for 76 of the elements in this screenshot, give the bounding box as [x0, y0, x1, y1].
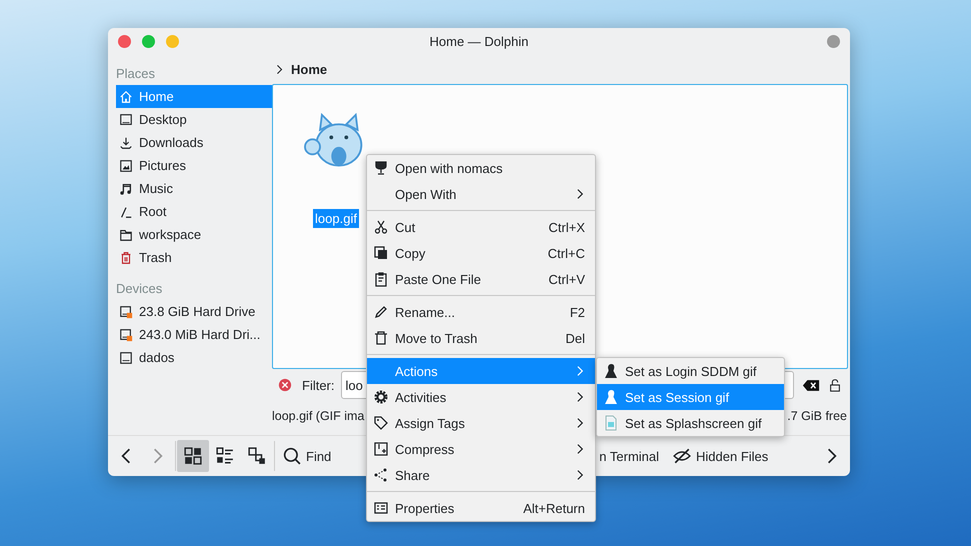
slash-icon: [119, 204, 133, 218]
pencil-icon: [373, 304, 389, 320]
shortcut-label: Ctrl+C: [548, 246, 585, 260]
sidebar-item[interactable]: Music: [116, 177, 272, 200]
chevron-right-icon: [274, 64, 285, 74]
drive-icon: [119, 328, 133, 342]
shortcut-label: F2: [570, 304, 585, 320]
menu-item[interactable]: Open with nomacs: [367, 155, 595, 181]
toolbar-button[interactable]: Find: [276, 440, 338, 472]
filter-label: Filter:: [302, 378, 334, 392]
tag-icon: [373, 415, 389, 431]
trash-icon: [119, 250, 133, 264]
shortcut-label: Del: [565, 330, 585, 346]
person-icon: [603, 363, 619, 379]
drive-icon: [119, 304, 133, 318]
shortcut-label: Ctrl+X: [548, 220, 585, 234]
toolbar-button[interactable]: n Terminal: [592, 440, 666, 472]
menu-item[interactable]: Copy Ctrl+C: [367, 240, 595, 266]
view-mode-icon: [184, 447, 202, 465]
sidebar-item[interactable]: Pictures: [116, 154, 272, 177]
search-icon: [283, 447, 301, 465]
image-file-icon: [603, 415, 619, 431]
sidebar-item[interactable]: 243.0 MiB Hard Dri...: [116, 323, 272, 346]
breadcrumb-location[interactable]: Home: [291, 62, 328, 76]
menu-item[interactable]: Properties Alt+Return: [367, 495, 595, 521]
shortcut-label: Ctrl+V: [548, 272, 585, 286]
music-note-icon: [119, 182, 133, 196]
clipboard-icon: [373, 271, 389, 287]
status-info: loop.gif (GIF ima: [272, 409, 364, 423]
folder-icon: [119, 228, 133, 242]
monitor-icon: [119, 112, 133, 126]
menu-item[interactable]: Assign Tags: [367, 410, 595, 436]
menu-item[interactable]: Open With: [367, 181, 595, 207]
view-mode-button[interactable]: [177, 440, 209, 472]
compress-icon: [373, 441, 389, 457]
lock-icon[interactable]: [828, 378, 842, 392]
toolbar-button[interactable]: Hidden Files: [666, 440, 776, 472]
sidebar-item[interactable]: dados: [116, 346, 272, 369]
download-icon: [119, 136, 133, 150]
view-mode-icon: [216, 447, 234, 465]
sidebar-item[interactable]: workspace: [116, 223, 272, 246]
sidebar-item[interactable]: Desktop: [116, 108, 272, 131]
window-title: Home — Dolphin: [430, 34, 528, 48]
scissors-icon: [373, 219, 389, 235]
wine-glass-icon: [373, 160, 389, 176]
menu-item[interactable]: Rename... F2: [367, 299, 595, 325]
close-icon[interactable]: [278, 378, 292, 392]
shortcut-label: Alt+Return: [523, 500, 585, 516]
menu-item[interactable]: Share: [367, 462, 595, 488]
menu-item[interactable]: Set as Splashscreen gif: [597, 410, 784, 436]
section-heading: Devices: [116, 280, 164, 298]
person-icon: [603, 389, 619, 405]
menu-item[interactable]: Compress: [367, 436, 595, 462]
menu-item[interactable]: Move to Trash Del: [367, 325, 595, 351]
menu-item[interactable]: Paste One File Ctrl+V: [367, 266, 595, 292]
menu-item[interactable]: Activities: [367, 384, 595, 410]
menu-item[interactable]: Cut Ctrl+X: [367, 214, 595, 240]
home-icon: [119, 90, 133, 104]
eye-slash-icon: [673, 447, 692, 465]
clear-text-icon[interactable]: [802, 378, 820, 392]
sidebar-item[interactable]: Trash: [116, 246, 272, 269]
drive-icon: [119, 350, 133, 364]
close-button[interactable]: [118, 34, 131, 48]
menu-item[interactable]: Set as Login SDDM gif: [597, 358, 784, 384]
sidebar-item[interactable]: 23.8 GiB Hard Drive: [116, 300, 272, 323]
sidebar-item[interactable]: Root: [116, 200, 272, 223]
properties-icon: [373, 500, 389, 516]
trash-icon: [373, 330, 389, 346]
share-icon: [373, 467, 389, 483]
gear-icon: [373, 389, 389, 405]
view-mode-icon: [248, 447, 266, 465]
picture-icon: [119, 158, 133, 172]
sidebar-item[interactable]: Downloads: [116, 131, 272, 154]
copy-icon: [373, 245, 389, 261]
free-space-label: .7 GiB free: [787, 409, 847, 423]
section-heading: Places: [116, 65, 156, 83]
